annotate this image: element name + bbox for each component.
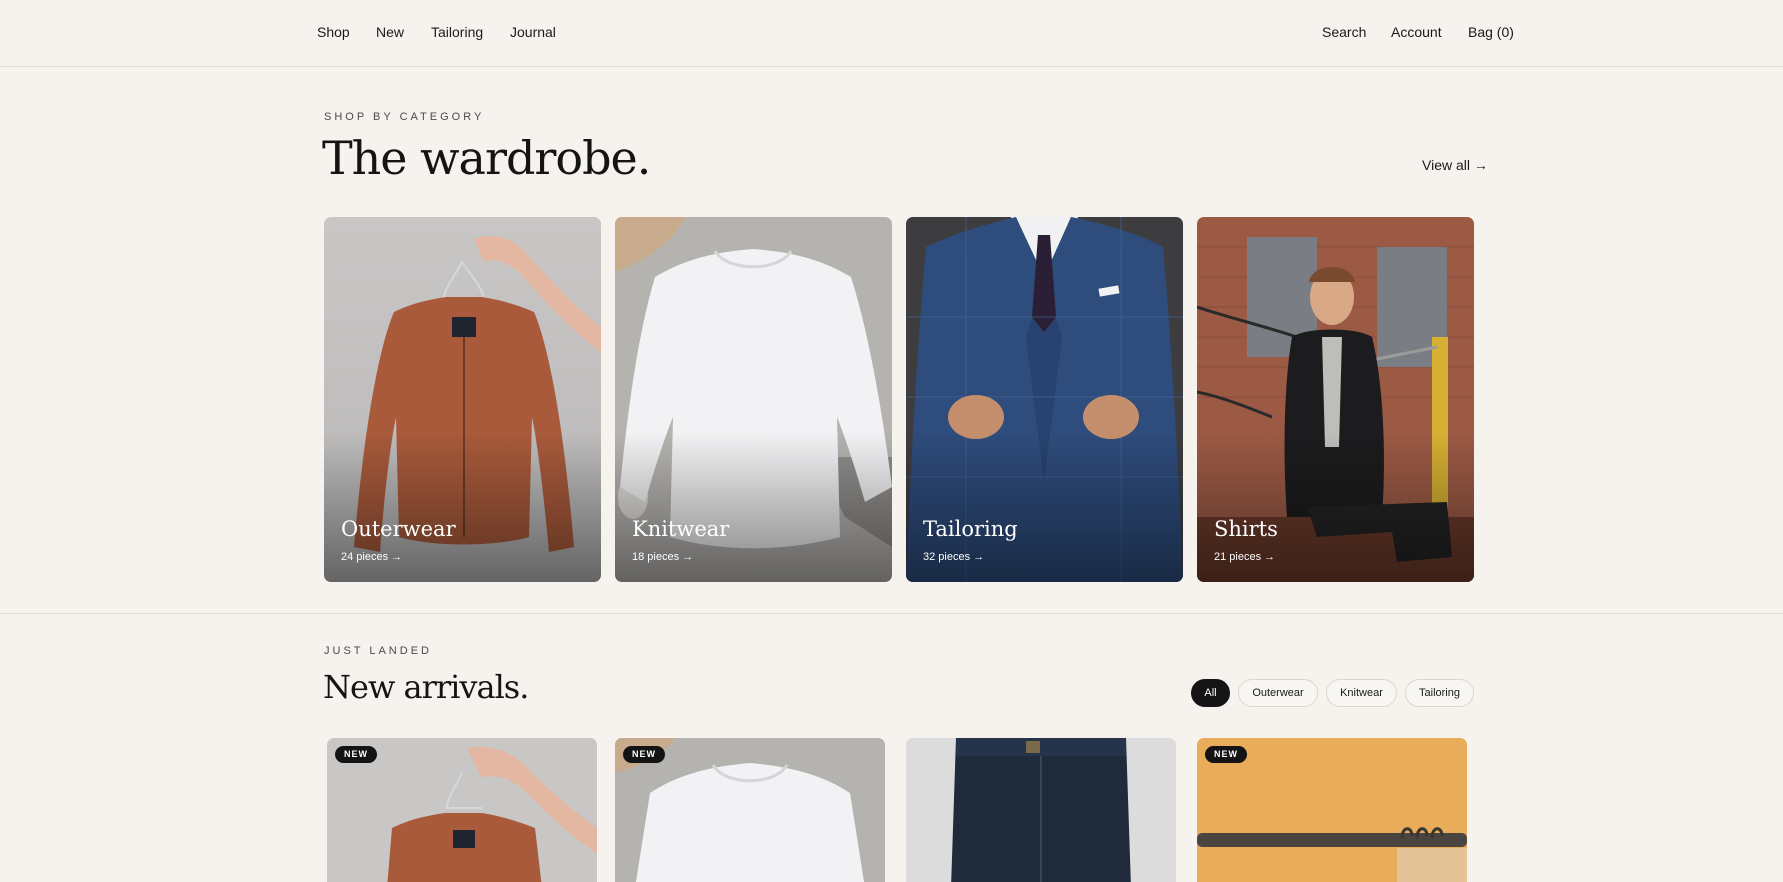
- section-divider: [0, 613, 1783, 614]
- filter-all[interactable]: All: [1191, 679, 1230, 707]
- category-eyebrow: SHOP BY CATEGORY: [324, 111, 485, 123]
- nav-shop[interactable]: Shop: [317, 24, 350, 41]
- category-count: 32 pieces →: [923, 551, 985, 563]
- category-name: Outerwear: [341, 517, 456, 541]
- arrivals-heading: New arrivals.: [323, 668, 529, 706]
- product-image: [906, 738, 1176, 882]
- category-heading: The wardrobe.: [322, 131, 651, 185]
- filter-tailoring[interactable]: Tailoring: [1405, 679, 1474, 707]
- new-badge: NEW: [335, 746, 377, 763]
- new-badge: NEW: [623, 746, 665, 763]
- nav-journal[interactable]: Journal: [510, 24, 556, 41]
- new-badge: NEW: [1205, 746, 1247, 763]
- nav-search[interactable]: Search: [1322, 24, 1366, 41]
- category-count: 24 pieces →: [341, 551, 403, 563]
- product-card[interactable]: NEW: [1197, 738, 1467, 882]
- product-card[interactable]: [906, 738, 1176, 882]
- category-card-outerwear[interactable]: Outerwear 24 pieces →: [324, 217, 601, 582]
- arrivals-eyebrow: JUST LANDED: [324, 645, 432, 657]
- nav-account[interactable]: Account: [1391, 24, 1442, 41]
- category-card-knitwear[interactable]: Knitwear 18 pieces →: [615, 217, 892, 582]
- category-count: 21 pieces →: [1214, 551, 1276, 563]
- category-count: 18 pieces →: [632, 551, 694, 563]
- category-card-shirts[interactable]: Shirts 21 pieces →: [1197, 217, 1474, 582]
- product-card[interactable]: NEW: [327, 738, 597, 882]
- nav-tailoring[interactable]: Tailoring: [431, 24, 483, 41]
- view-all-link[interactable]: View all →: [1422, 157, 1488, 173]
- filter-outerwear[interactable]: Outerwear: [1238, 679, 1318, 707]
- filter-knitwear[interactable]: Knitwear: [1326, 679, 1397, 707]
- category-name: Shirts: [1214, 517, 1278, 541]
- top-navigation: Shop New Tailoring Journal Search Accoun…: [0, 0, 1783, 67]
- nav-new[interactable]: New: [376, 24, 404, 41]
- category-name: Tailoring: [923, 517, 1018, 541]
- category-card-tailoring[interactable]: Tailoring 32 pieces →: [906, 217, 1183, 582]
- category-name: Knitwear: [632, 517, 730, 541]
- product-card[interactable]: NEW: [615, 738, 885, 882]
- nav-bag[interactable]: Bag (0): [1468, 24, 1514, 41]
